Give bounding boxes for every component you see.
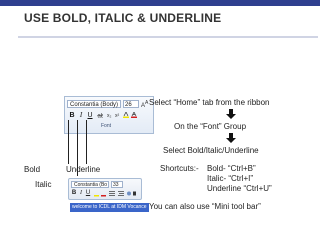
step-select-home: Select “Home” tab from the ribbon xyxy=(149,98,270,107)
step-font-group: On the “Font” Group xyxy=(174,122,247,131)
font-size-box[interactable]: 26 xyxy=(123,100,139,108)
slide-title: USE BOLD, ITALIC & UNDERLINE xyxy=(24,11,222,25)
title-bar: USE BOLD, ITALIC & UNDERLINE xyxy=(0,0,320,30)
italic-label: Italic xyxy=(35,180,52,189)
shortcut-underline: Underline “Ctrl+U” xyxy=(207,184,272,193)
mini-format-icons[interactable] xyxy=(93,190,137,197)
font-group-label: Font xyxy=(101,123,112,129)
italic-button[interactable]: I xyxy=(77,111,85,120)
mini-bold-button[interactable]: B xyxy=(71,190,77,197)
selected-document-text[interactable]: welcome to ICDL at IDM Vocance xyxy=(70,203,149,212)
font-color-icon[interactable] xyxy=(131,112,137,118)
underline-label: Underline xyxy=(66,165,101,174)
font-name-box[interactable]: Constantia (Body) xyxy=(67,100,121,108)
title-divider xyxy=(18,36,318,38)
text-highlight-icon[interactable] xyxy=(123,112,129,118)
step-select-format: Select Bold/Italic/Underline xyxy=(163,146,259,155)
bold-label: Bold xyxy=(24,165,41,174)
subscript-icon[interactable]: x₂ xyxy=(107,112,113,118)
mini-font-name-box[interactable]: Constantia (Bo xyxy=(71,181,109,188)
bold-button[interactable]: B xyxy=(68,111,76,120)
down-arrow-icon xyxy=(226,109,236,119)
superscript-icon[interactable]: x² xyxy=(115,112,121,118)
svg-text:x²: x² xyxy=(115,113,120,118)
title-accent-bar xyxy=(0,0,320,6)
bold-pointer-line xyxy=(68,120,69,164)
svg-text:x₂: x₂ xyxy=(107,113,112,118)
underline-button[interactable]: U xyxy=(86,111,94,120)
mini-toolbar: Constantia (Bo 33 B I U xyxy=(68,178,142,200)
down-arrow-icon xyxy=(226,133,236,143)
underline-pointer-line xyxy=(86,120,87,164)
mini-toolbar-note: You can also use “Mini tool bar” xyxy=(149,202,261,211)
grow-font-icon[interactable]: AA xyxy=(141,100,148,109)
mini-italic-button[interactable]: I xyxy=(78,190,84,197)
shortcut-bold: Bold- “Ctrl+B” xyxy=(207,164,256,173)
mini-font-size-box[interactable]: 33 xyxy=(111,181,123,188)
mini-underline-button[interactable]: U xyxy=(85,190,91,197)
shortcut-italic: Italic- “Ctrl+I” xyxy=(207,174,253,183)
shortcuts-label: Shortcuts:- xyxy=(160,164,199,173)
strikethrough-icon[interactable]: abc xyxy=(97,112,103,118)
